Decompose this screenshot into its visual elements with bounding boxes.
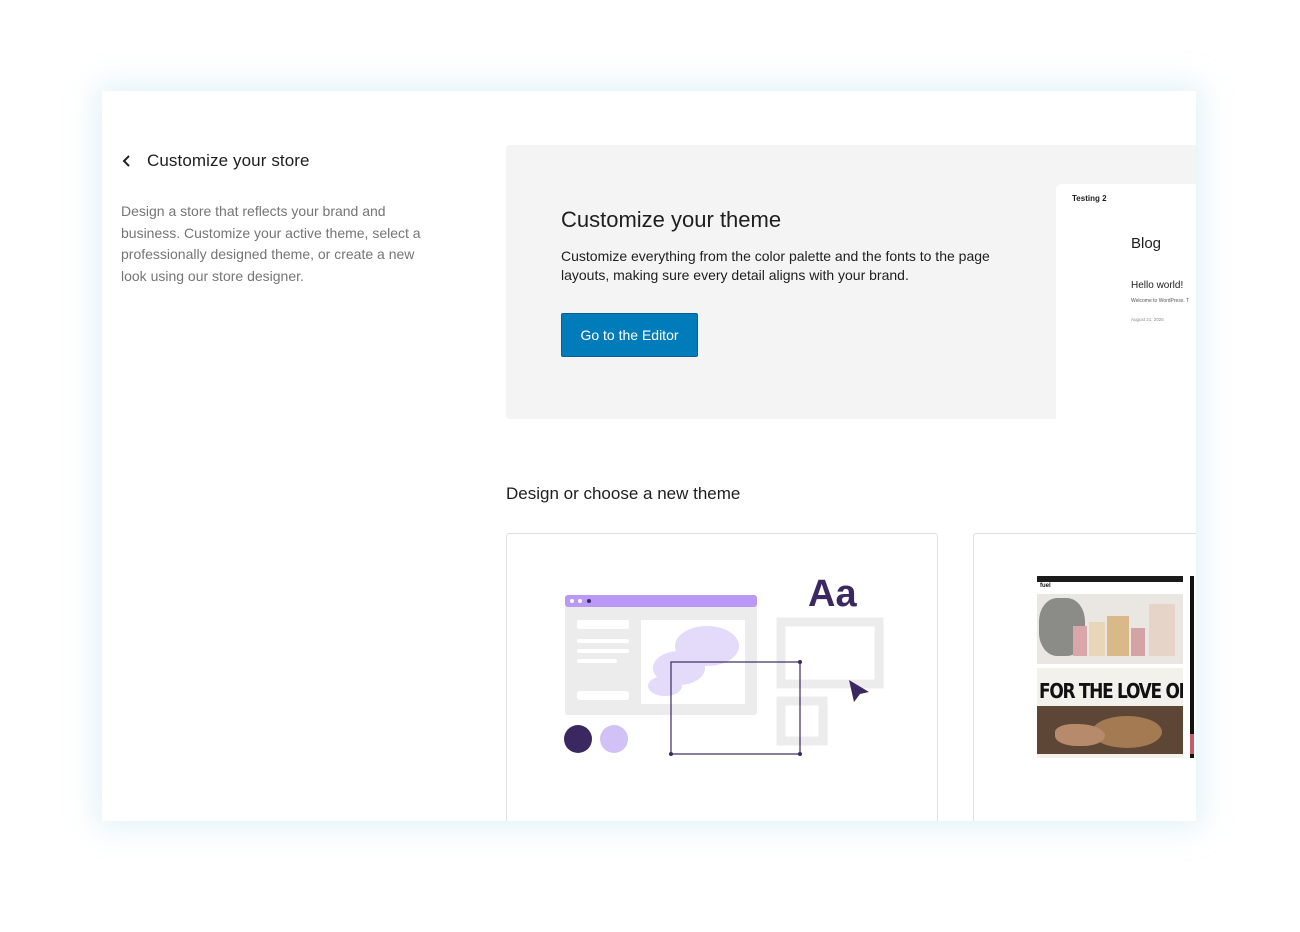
preview-post-title: Hello world!	[1131, 280, 1184, 291]
customize-theme-title: Customize your theme	[561, 207, 782, 232]
page-title: Customize your store	[147, 151, 310, 170]
customize-theme-card: Customize your theme Customize everythin…	[506, 145, 1196, 424]
back-button[interactable]: Customize your store	[120, 151, 310, 171]
chevron-left-icon	[122, 155, 130, 167]
preview-page-heading: Blog	[1131, 235, 1162, 252]
go-to-editor-button[interactable]: Go to the Editor	[561, 313, 698, 357]
preview-site-title: Testing 2	[1072, 194, 1107, 203]
customize-theme-description: Customize everything from the color pale…	[561, 248, 990, 283]
theme-logo-text: fuel	[1040, 583, 1051, 589]
customize-store-panel: Customize your store Design a store that…	[102, 91, 1196, 821]
theme-card-fuel[interactable]: fuel FOR THE LOVE OF B	[973, 533, 1196, 821]
font-sample-text: Aa	[808, 573, 857, 615]
preview-post-date: August 21, 2025	[1131, 317, 1164, 322]
theme-preview: Testing 2 Blog Hello world! Welcome to W…	[1056, 184, 1196, 424]
theme-thumbnail: fuel FOR THE LOVE OF B	[1037, 576, 1183, 758]
section-title: Design or choose a new theme	[506, 484, 741, 503]
design-with-ai-card[interactable]: Aa	[506, 533, 938, 821]
preview-post-excerpt: Welcome to WordPress. T	[1131, 298, 1190, 304]
page-description: Design a store that reflects your brand …	[121, 203, 421, 284]
store-designer-illustration: Aa	[564, 573, 884, 756]
theme-headline: FOR THE LOVE OF B	[1039, 680, 1183, 704]
